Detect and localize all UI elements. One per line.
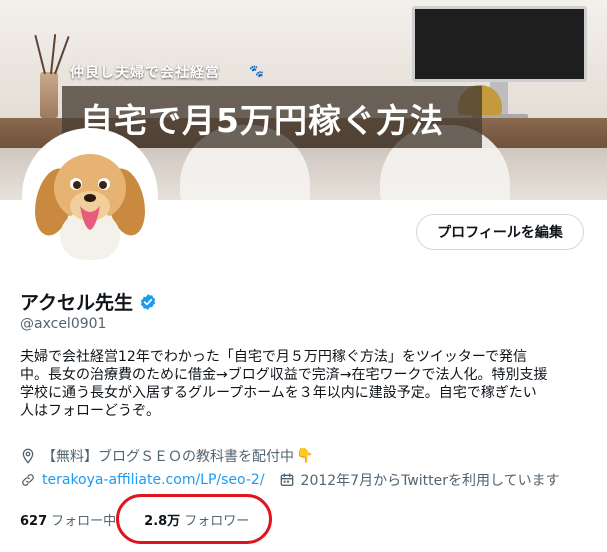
profile-location-row: 【無料】ブログＳＥＯの教科書を配付中 👇 (20, 446, 313, 466)
profile-name: アクセル先生 (20, 292, 134, 314)
paw-icon: 🐾 (249, 64, 264, 78)
bio-line: 中。長女の治療費のために借金→ブログ収益で完済→在宅ワークで法人化。特別支援 (20, 367, 548, 383)
banner-diffuser (40, 72, 58, 118)
bio-line: 人はフォローどうぞ。 (20, 403, 160, 419)
banner-headline: 自宅で月5万円稼ぐ方法 (80, 101, 444, 140)
profile-bio: 夫婦で会社経営12年でわかった「自宅で月５万円稼ぐ方法」をツイッターで発信 中。… (20, 348, 590, 420)
avatar[interactable] (22, 128, 158, 264)
bio-line: 夫婦で会社経営12年でわかった「自宅で月５万円稼ぐ方法」をツイッターで発信 (20, 349, 527, 365)
profile-location: 【無料】ブログＳＥＯの教科書を配付中 (42, 449, 294, 465)
following-count: 627 (20, 514, 48, 529)
profile-link-row: terakoya-affiliate.com/LP/seo-2/ 2012年7月… (20, 470, 560, 490)
location-pin-icon (22, 448, 34, 464)
banner-tagline: 仲良し夫婦で会社経営 (70, 65, 220, 81)
following-link[interactable]: 627 フォロー中 (20, 510, 116, 529)
following-label: フォロー中 (51, 514, 117, 529)
pointing-down-icon: 👇 (296, 448, 314, 464)
link-icon (22, 474, 34, 486)
banner-monitor-image (412, 6, 587, 82)
verified-badge-icon[interactable] (139, 293, 157, 311)
profile-joined-date: 2012年7月からTwitterを利用しています (300, 473, 560, 489)
calendar-icon (280, 473, 293, 486)
bio-line: 学校に通う長女が入居するグループホームを３年以内に建設予定。自宅で稼ぎたい (20, 385, 537, 401)
dog-avatar-illustration (26, 132, 154, 260)
profile-website-link[interactable]: terakoya-affiliate.com/LP/seo-2/ (42, 472, 265, 488)
followers-highlight-annotation (116, 494, 272, 544)
profile-name-row: アクセル先生 (20, 288, 157, 315)
edit-profile-button[interactable]: プロフィールを編集 (416, 214, 584, 250)
profile-handle: @axcel0901 (20, 316, 107, 332)
